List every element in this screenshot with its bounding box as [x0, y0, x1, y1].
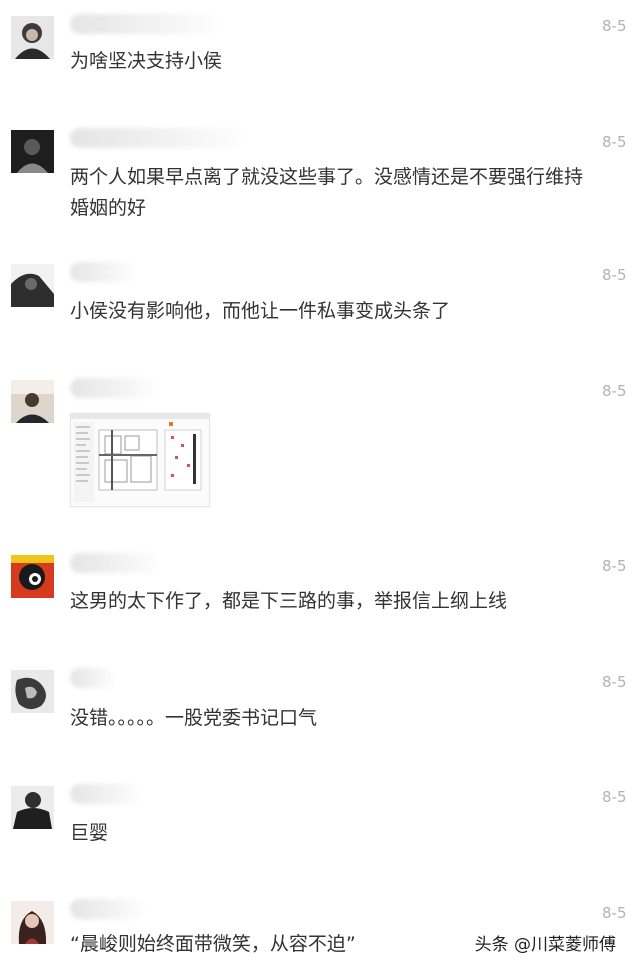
comment-text: 小侯没有影响他，而他让一件私事变成头条了	[70, 300, 451, 322]
avatar[interactable]	[11, 264, 54, 307]
avatar[interactable]	[11, 555, 54, 598]
comment-time: 8-5	[602, 133, 627, 151]
nickname-blurred[interactable]	[70, 553, 160, 573]
comment-time: 8-5	[602, 557, 627, 575]
comment-time: 8-5	[602, 904, 627, 922]
comment-time: 8-5	[602, 266, 627, 284]
comment-image-thumbnail[interactable]	[70, 413, 210, 507]
avatar[interactable]	[11, 380, 54, 423]
nickname-blurred[interactable]	[70, 262, 135, 282]
comment-feed: 8-5 为啥坚决支持小侯 8-5 两个人如果早点离了就没这些事了。没感情还是不要…	[0, 0, 640, 966]
comment-text: 这男的太下作了，都是下三路的事，举报信上纲上线	[70, 590, 508, 612]
comment-time: 8-5	[602, 673, 627, 691]
comment-text: 没错。。。。。一股党委书记口气	[70, 707, 318, 729]
nickname-blurred[interactable]	[70, 784, 140, 804]
nickname-blurred[interactable]	[70, 899, 145, 919]
avatar[interactable]	[11, 786, 54, 829]
comment-time: 8-5	[602, 382, 627, 400]
comment-time: 8-5	[602, 17, 627, 35]
comment-time: 8-5	[602, 788, 627, 806]
avatar[interactable]	[11, 670, 54, 713]
comment-text: 为啥坚决支持小侯	[70, 50, 223, 72]
nickname-blurred[interactable]	[70, 668, 115, 688]
avatar[interactable]	[11, 16, 54, 59]
watermark: 头条 @川菜菱师傅	[474, 935, 616, 955]
comment-text: 两个人如果早点离了就没这些事了。没感情还是不要强行维持 婚姻的好	[70, 166, 584, 219]
avatar[interactable]	[11, 901, 54, 944]
nickname-blurred[interactable]	[70, 128, 245, 148]
nickname-blurred[interactable]	[70, 14, 220, 34]
nickname-blurred[interactable]	[70, 378, 155, 398]
avatar[interactable]	[11, 130, 54, 173]
comment-text: 巨婴	[70, 822, 109, 844]
